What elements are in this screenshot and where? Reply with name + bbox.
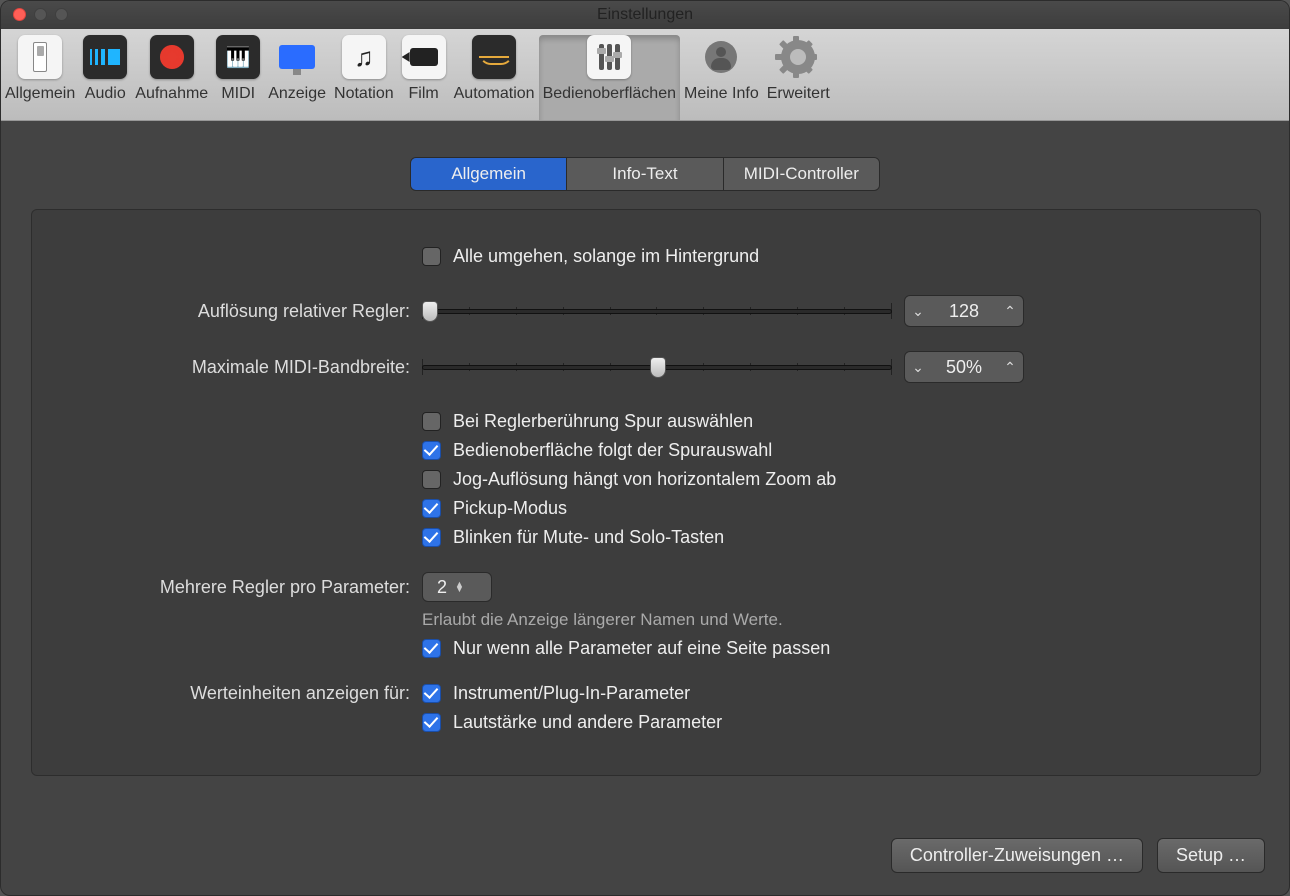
- checkbox-label: Bedienoberfläche folgt der Spurauswahl: [453, 440, 772, 461]
- tab-label: Film: [409, 85, 439, 103]
- display-icon: [275, 35, 319, 79]
- stepper-bandwidth[interactable]: ⌄ 50% ⌃: [904, 351, 1024, 383]
- seg-midi-controller[interactable]: MIDI-Controller: [724, 158, 879, 190]
- segmented-control: Allgemein Info-Text MIDI-Controller: [410, 157, 880, 191]
- tab-label: Allgemein: [5, 85, 75, 103]
- tab-label: Notation: [334, 85, 394, 103]
- checkbox-pickup-mode[interactable]: [422, 499, 441, 518]
- label-bandwidth: Maximale MIDI-Bandbreite:: [92, 357, 422, 378]
- titlebar: Einstellungen: [1, 1, 1289, 29]
- tab-automation[interactable]: Automation: [450, 35, 539, 103]
- checkbox-follow-track[interactable]: [422, 441, 441, 460]
- slider-bandwidth[interactable]: [422, 355, 892, 379]
- select-value: 2: [437, 577, 447, 598]
- window-title: Einstellungen: [597, 6, 693, 24]
- tab-label: Anzeige: [268, 85, 326, 103]
- waveform-icon: [83, 35, 127, 79]
- score-icon: ♫: [342, 35, 386, 79]
- checkbox-label: Alle umgehen, solange im Hintergrund: [453, 246, 759, 267]
- seg-general[interactable]: Allgemein: [411, 158, 567, 190]
- checkbox-touch-select[interactable]: [422, 412, 441, 431]
- chevron-updown-icon: ▲▼: [455, 582, 464, 592]
- stepper-up-icon[interactable]: ⌃: [997, 359, 1023, 376]
- stepper-value: 50%: [931, 357, 997, 378]
- preferences-window: Einstellungen Allgemein Audio Aufnahme 🎹…: [0, 0, 1290, 896]
- tab-advanced[interactable]: Erweitert: [763, 35, 834, 103]
- checkbox-volume-other[interactable]: [422, 713, 441, 732]
- checkbox-label: Blinken für Mute- und Solo-Tasten: [453, 527, 724, 548]
- checkbox-label: Instrument/Plug-In-Parameter: [453, 683, 690, 704]
- settings-panel: Alle umgehen, solange im Hintergrund Auf…: [31, 209, 1261, 776]
- checkbox-label: Jog-Auflösung hängt von horizontalem Zoo…: [453, 469, 836, 490]
- window-controls: [13, 8, 68, 21]
- tab-my-info[interactable]: Meine Info: [680, 35, 763, 103]
- slider-thumb[interactable]: [650, 357, 666, 378]
- tab-audio[interactable]: Audio: [79, 35, 131, 103]
- select-multiple-controls[interactable]: 2 ▲▼: [422, 572, 492, 602]
- tab-recording[interactable]: Aufnahme: [131, 35, 212, 103]
- checkbox-instrument-plugin[interactable]: [422, 684, 441, 703]
- content-area: Allgemein Info-Text MIDI-Controller Alle…: [1, 121, 1289, 806]
- tab-midi[interactable]: 🎹 MIDI: [212, 35, 264, 103]
- tab-general[interactable]: Allgemein: [1, 35, 79, 103]
- checkbox-only-when-fit[interactable]: [422, 639, 441, 658]
- camera-icon: [402, 35, 446, 79]
- label-show-value-units: Werteinheiten anzeigen für:: [92, 683, 422, 704]
- tab-label: Audio: [85, 85, 126, 103]
- label-resolution: Auflösung relativer Regler:: [92, 301, 422, 322]
- zoom-icon[interactable]: [55, 8, 68, 21]
- person-icon: [699, 35, 743, 79]
- tab-label: Meine Info: [684, 85, 759, 103]
- tab-label: Aufnahme: [135, 85, 208, 103]
- tab-score[interactable]: ♫ Notation: [330, 35, 398, 103]
- stepper-down-icon[interactable]: ⌄: [905, 359, 931, 376]
- switch-icon: [18, 35, 62, 79]
- tab-display[interactable]: Anzeige: [264, 35, 330, 103]
- checkbox-blink-mute-solo[interactable]: [422, 528, 441, 547]
- stepper-resolution[interactable]: ⌄ 128 ⌃: [904, 295, 1024, 327]
- faders-icon: [587, 35, 631, 79]
- checkbox-label: Nur wenn alle Parameter auf eine Seite p…: [453, 638, 830, 659]
- checkbox-jog-zoom[interactable]: [422, 470, 441, 489]
- checkbox-label: Pickup-Modus: [453, 498, 567, 519]
- tab-movie[interactable]: Film: [398, 35, 450, 103]
- record-icon: [150, 35, 194, 79]
- label-multiple-controls: Mehrere Regler pro Parameter:: [92, 577, 422, 598]
- slider-thumb[interactable]: [422, 301, 438, 322]
- tab-label: Automation: [454, 85, 535, 103]
- automation-icon: [472, 35, 516, 79]
- stepper-up-icon[interactable]: ⌃: [997, 303, 1023, 320]
- minimize-icon[interactable]: [34, 8, 47, 21]
- stepper-down-icon[interactable]: ⌄: [905, 303, 931, 320]
- checkbox-label: Bei Reglerberührung Spur auswählen: [453, 411, 753, 432]
- seg-tooltip[interactable]: Info-Text: [567, 158, 723, 190]
- checkbox-bypass-background[interactable]: [422, 247, 441, 266]
- checkbox-label: Lautstärke und andere Parameter: [453, 712, 722, 733]
- hint-multiple-controls: Erlaubt die Anzeige längerer Namen und W…: [422, 610, 783, 630]
- gear-icon: [776, 35, 820, 79]
- tab-label: MIDI: [221, 85, 255, 103]
- setup-button[interactable]: Setup …: [1157, 838, 1265, 873]
- tab-label: Bedienoberflächen: [543, 85, 676, 103]
- tab-label: Erweitert: [767, 85, 830, 103]
- slider-resolution[interactable]: [422, 299, 892, 323]
- toolbar: Allgemein Audio Aufnahme 🎹 MIDI Anzeige …: [1, 29, 1289, 121]
- midi-icon: 🎹: [216, 35, 260, 79]
- controller-assignments-button[interactable]: Controller-Zuweisungen …: [891, 838, 1143, 873]
- footer: Controller-Zuweisungen … Setup …: [891, 838, 1265, 873]
- close-icon[interactable]: [13, 8, 26, 21]
- stepper-value: 128: [931, 301, 997, 322]
- tab-control-surfaces[interactable]: Bedienoberflächen: [539, 35, 680, 121]
